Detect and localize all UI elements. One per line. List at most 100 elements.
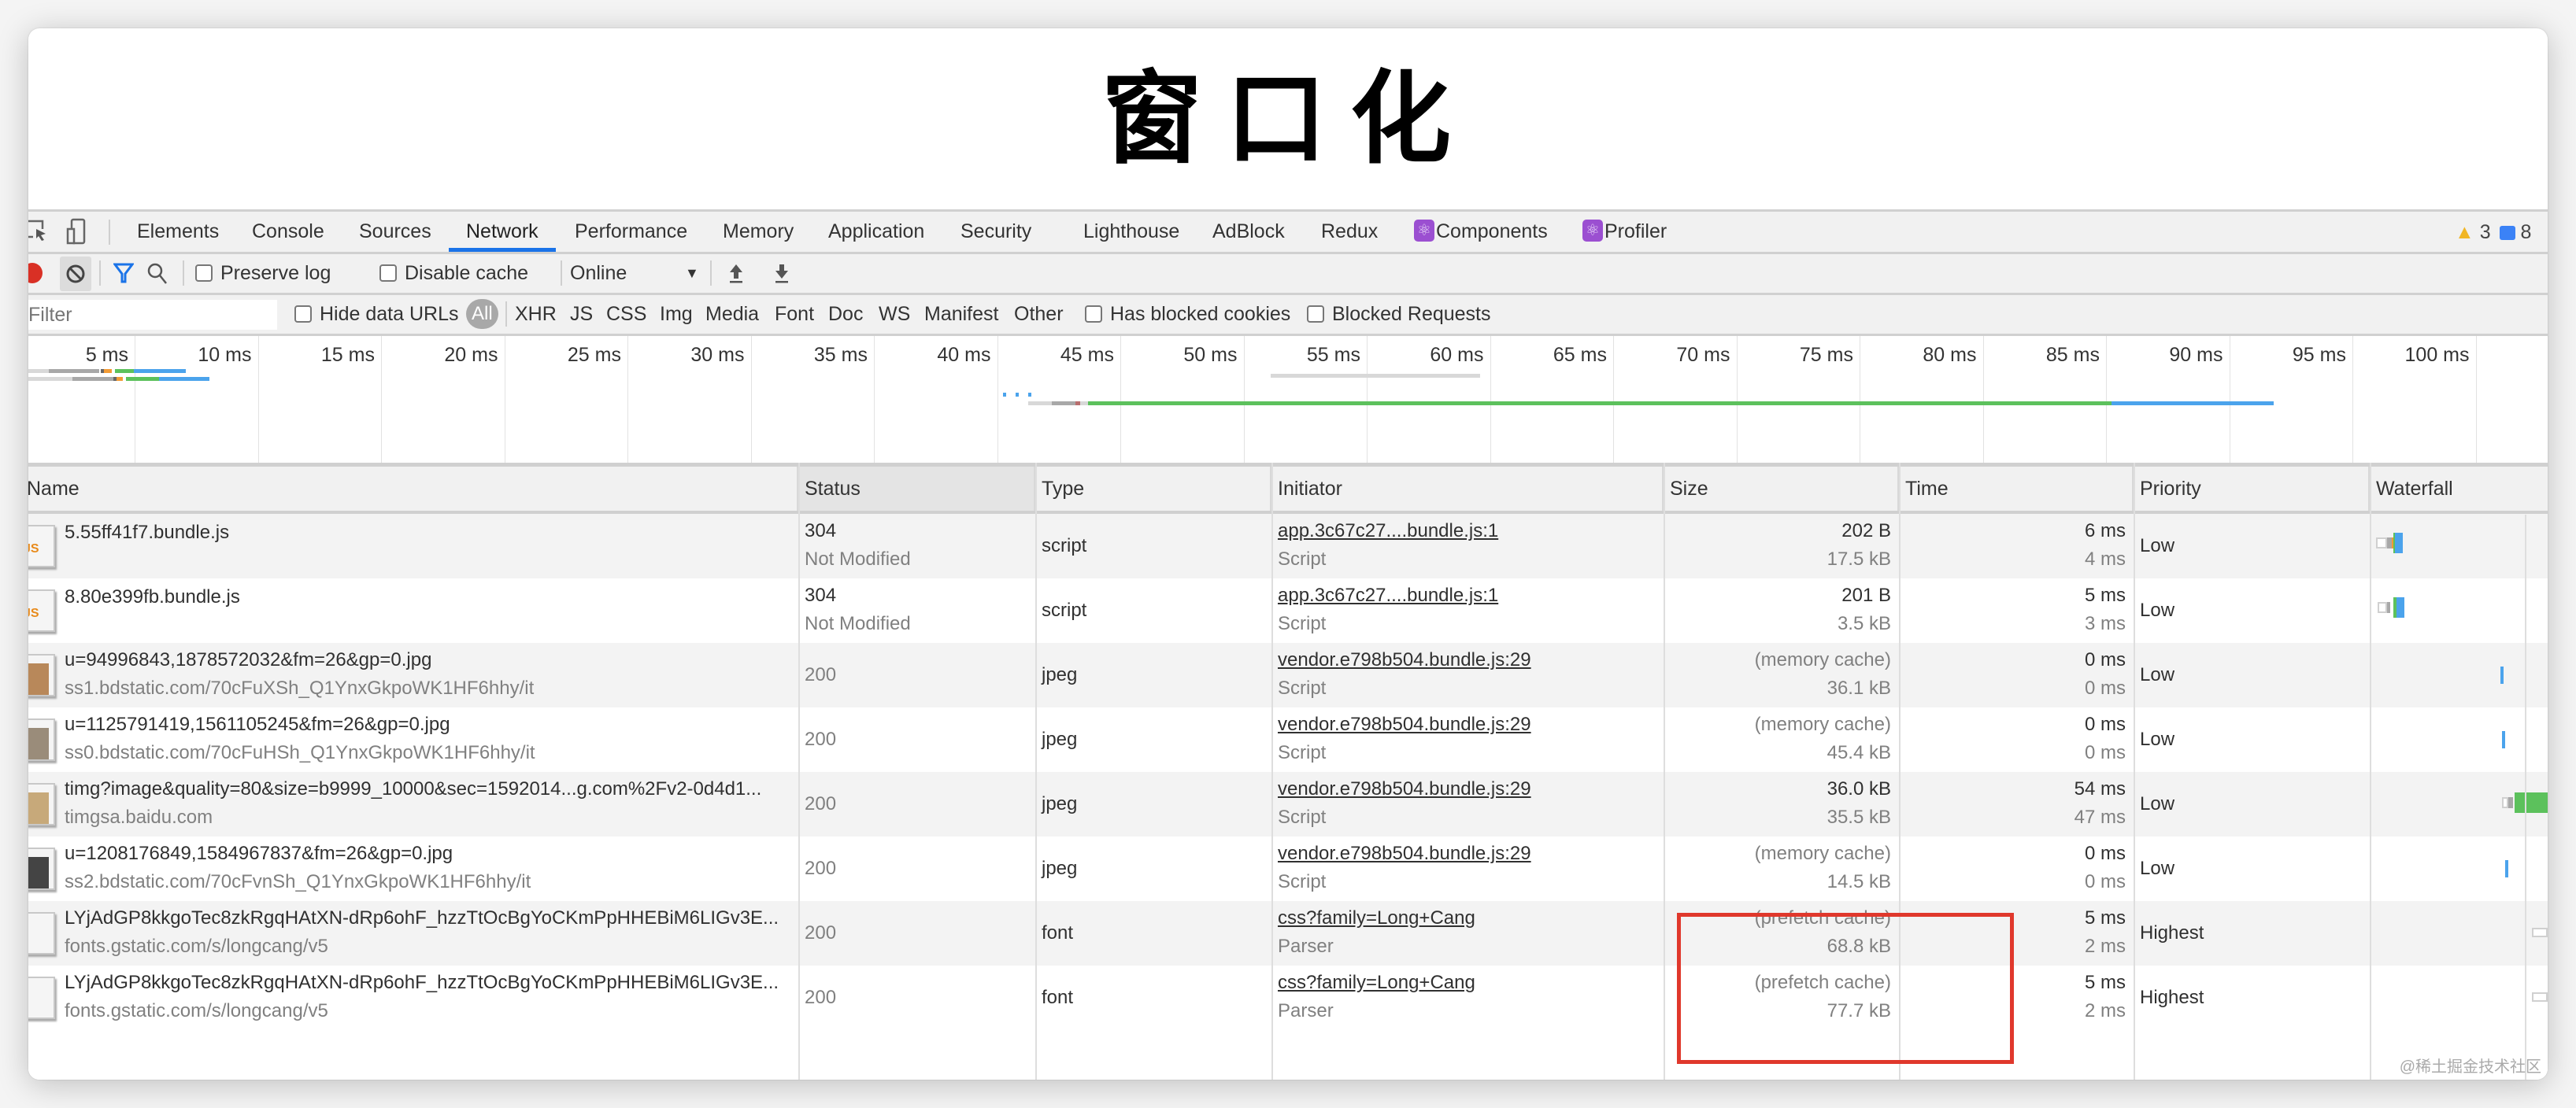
column-header-initiator[interactable]: Initiator [1271,467,1664,511]
total-time: 54 ms [2074,778,2126,800]
blocked-requests-checkbox[interactable] [1307,305,1324,323]
request-name: u=1208176849,1584967837&fm=26&gp=0.jpg [65,843,453,864]
request-path: ss1.bdstatic.com/70cFuXSh_Q1YnxGkpoWK1HF… [65,678,535,699]
timeline-tick-label: 40 ms [937,344,991,366]
waterfall-grid-line [2525,515,2526,1080]
timeline-gridline [750,336,752,463]
tab-network[interactable]: Network [449,212,556,252]
search-icon[interactable] [146,262,168,290]
initiator-type: Script [1278,807,1327,828]
export-har-icon[interactable] [773,262,790,288]
tab-security[interactable]: Security [960,212,1031,252]
preserve-log-checkbox[interactable] [195,264,213,282]
timeline-request-bar [1271,374,1480,378]
tab-memory[interactable]: Memory [723,212,794,252]
initiator-link[interactable]: app.3c67c27....bundle.js:1 [1278,585,1498,607]
table-row[interactable]: timg?image&quality=80&size=b9999_10000&s… [28,772,2548,837]
type-filter-js[interactable]: JS [570,295,593,334]
request-path: ss0.bdstatic.com/70cFuHSh_Q1YnxGkpoWK1HF… [65,742,535,763]
column-header-type[interactable]: Type [1035,467,1271,511]
preserve-log-label: Preserve log [220,262,331,284]
latency: 0 ms [2084,871,2126,892]
type-filter-css[interactable]: CSS [606,295,646,334]
throttling-select[interactable]: Online ▼ [570,254,705,293]
type-filter-xhr[interactable]: XHR [515,295,557,334]
clear-button[interactable] [60,257,91,291]
table-row[interactable]: u=1208176849,1584967837&fm=26&gp=0.jpg ss… [28,837,2548,901]
filter-icon[interactable] [113,262,135,288]
transfer-size: 201 B [1841,585,1891,606]
resource-size: 3.5 kB [1837,613,1891,634]
type-filter-font[interactable]: Font [775,295,814,334]
table-row[interactable]: u=1125791419,1561105245&fm=26&gp=0.jpg ss… [28,707,2548,772]
tab-sources[interactable]: Sources [359,212,431,252]
tab-profiler[interactable]: ⚛ Profiler [1582,212,1667,252]
column-header-size[interactable]: Size [1664,467,1899,511]
type-filter-other[interactable]: Other [1014,295,1064,334]
status-code: 200 [805,858,837,879]
network-overview-timeline[interactable]: 5 ms 10 ms 15 ms 20 ms 25 ms 30 ms 35 ms 40 ms 4… [28,334,2548,463]
message-icon [2499,226,2515,241]
initiator-link[interactable]: css?family=Long+Cang [1278,972,1475,994]
priority: Low [2140,664,2175,685]
filter-input[interactable] [28,300,277,330]
table-row[interactable]: JS 5.55ff41f7.bundle.js 304 Not Modified scr… [28,514,2548,578]
status-code: 200 [805,664,837,685]
table-row[interactable]: LYjAdGP8kkgoTec8zkRgqHAtXN-dRp6ohF_hzzTt… [28,901,2548,966]
time-cell: 0 ms 0 ms [1899,643,2134,707]
table-row[interactable]: u=94996843,1878572032&fm=26&gp=0.jpg ss1.… [28,643,2548,707]
column-header-waterfall[interactable]: Waterfall [2370,467,2548,511]
time-cell: 0 ms 0 ms [1899,707,2134,772]
type-filter-doc[interactable]: Doc [828,295,863,334]
priority: Low [2140,858,2175,879]
priority: Low [2140,729,2175,750]
tab-performance[interactable]: Performance [575,212,687,252]
tab-application[interactable]: Application [828,212,924,252]
has-blocked-cookies-checkbox[interactable] [1085,305,1102,323]
transfer-size: 36.0 kB [1827,778,1891,800]
type-filter-ws[interactable]: WS [879,295,910,334]
type-filter-manifest[interactable]: Manifest [924,295,998,334]
timeline-gridline [1120,336,1121,463]
tab-components-label: Components [1436,220,1548,242]
throttling-value: Online [570,262,627,284]
tab-lighthouse[interactable]: Lighthouse [1083,212,1179,252]
tab-components[interactable]: ⚛ Components [1414,212,1548,252]
issue-counters[interactable]: ▲ 3 8 [2455,221,2531,243]
initiator-link[interactable]: vendor.e798b504.bundle.js:29 [1278,843,1531,865]
tab-redux[interactable]: Redux [1321,212,1378,252]
device-toolbar-icon[interactable] [66,218,87,245]
type-filter-media[interactable]: Media [705,295,759,334]
import-har-icon[interactable] [727,262,745,288]
type-filter-img[interactable]: Img [660,295,693,334]
type-filter-all[interactable]: All [466,299,498,329]
column-header-priority[interactable]: Priority [2134,467,2370,511]
disable-cache-checkbox[interactable] [379,264,397,282]
column-divider [798,463,800,1080]
inspect-element-icon[interactable] [28,220,49,242]
tab-adblock[interactable]: AdBlock [1212,212,1285,252]
timeline-request-bar [126,377,159,381]
latency: 4 ms [2084,548,2126,570]
size-cell: 202 B 17.5 kB [1664,514,1899,578]
hide-data-urls-checkbox[interactable] [294,305,312,323]
table-row[interactable]: LYjAdGP8kkgoTec8zkRgqHAtXN-dRp6ohF_hzzTt… [28,966,2548,1030]
column-header-name[interactable]: Name [28,467,798,511]
initiator-link[interactable]: app.3c67c27....bundle.js:1 [1278,520,1498,542]
timeline-request-bar [28,369,49,373]
request-path: ss2.bdstatic.com/70cFvnSh_Q1YnxGkpoWK1HF… [65,871,531,892]
tab-console[interactable]: Console [252,212,324,252]
request-path: timgsa.baidu.com [65,807,213,828]
timeline-tick-label: 35 ms [813,344,868,366]
initiator-link[interactable]: vendor.e798b504.bundle.js:29 [1278,714,1531,736]
initiator-link[interactable]: css?family=Long+Cang [1278,907,1475,929]
table-row[interactable]: JS 8.80e399fb.bundle.js 304 Not Modified scr… [28,578,2548,643]
initiator-link[interactable]: vendor.e798b504.bundle.js:29 [1278,778,1531,800]
tab-elements[interactable]: Elements [137,212,219,252]
column-header-status[interactable]: Status [798,467,1035,511]
initiator-link[interactable]: vendor.e798b504.bundle.js:29 [1278,649,1531,671]
separator [505,301,507,327]
column-header-time[interactable]: Time [1899,467,2134,511]
record-button[interactable] [28,263,43,283]
has-blocked-cookies-label: Has blocked cookies [1110,303,1291,325]
